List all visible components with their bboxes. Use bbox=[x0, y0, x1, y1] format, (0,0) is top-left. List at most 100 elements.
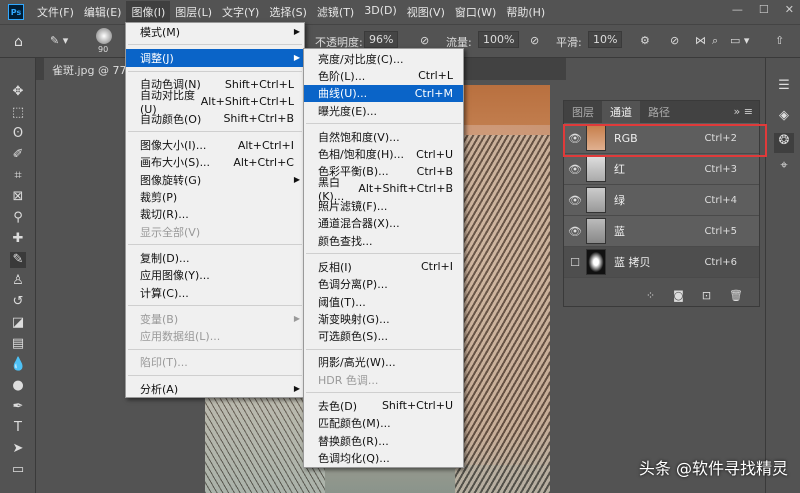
eyedropper-tool-icon[interactable]: ⚲ bbox=[10, 210, 26, 226]
panel-menu-icon[interactable]: » ≡ bbox=[734, 105, 753, 118]
eye-icon[interactable]: 👁 bbox=[564, 225, 586, 238]
clone-stamp-tool-icon[interactable]: ♙ bbox=[10, 273, 26, 289]
crop-tool-icon[interactable]: ⌗ bbox=[10, 168, 26, 184]
menu-6[interactable]: 滤镜(T) bbox=[312, 1, 359, 23]
quick-select-tool-icon[interactable]: ✐ bbox=[10, 147, 26, 163]
channel-row[interactable]: 👁 红 Ctrl+3 bbox=[564, 154, 759, 185]
image-menu-item[interactable]: 图像旋转(G) ▶ bbox=[126, 171, 304, 188]
channel-row[interactable]: ☐ 蓝 拷贝 Ctrl+6 bbox=[564, 247, 759, 278]
visibility-empty-icon[interactable]: ☐ bbox=[564, 256, 586, 269]
menu-0[interactable]: 文件(F) bbox=[32, 1, 79, 23]
tab-paths[interactable]: 路径 bbox=[640, 101, 678, 123]
minimize-button[interactable]: — bbox=[732, 3, 743, 16]
adjust-menu-item[interactable]: 反相(I) Ctrl+I bbox=[304, 258, 463, 275]
tab-layers[interactable]: 图层 bbox=[564, 101, 602, 123]
adjust-menu-item[interactable]: 阈值(T)... bbox=[304, 293, 463, 310]
image-menu-item[interactable]: 计算(C)... bbox=[126, 284, 304, 301]
image-menu-item[interactable]: 自动对比度(U) Alt+Shift+Ctrl+L bbox=[126, 89, 304, 116]
home-icon[interactable]: ⌂ bbox=[14, 34, 23, 50]
pressure-opacity-icon[interactable]: ⊘ bbox=[420, 34, 429, 47]
settings-gear-icon[interactable]: ⚙ bbox=[640, 34, 650, 47]
image-menu-item[interactable]: 裁剪(P) bbox=[126, 188, 304, 205]
tab-channels[interactable]: 通道 bbox=[602, 101, 640, 123]
pen-tool-icon[interactable]: ✒ bbox=[10, 399, 26, 415]
adjust-menu-item[interactable]: 色阶(L)... Ctrl+L bbox=[304, 67, 463, 84]
image-menu-item[interactable]: 自动颜色(O) Shift+Ctrl+B bbox=[126, 110, 304, 127]
image-menu-item[interactable]: 画布大小(S)... Alt+Ctrl+C bbox=[126, 154, 304, 171]
maximize-button[interactable]: ☐ bbox=[759, 3, 769, 16]
type-tool-icon[interactable]: T bbox=[10, 420, 26, 436]
adjust-menu-item[interactable]: 色调分离(P)... bbox=[304, 276, 463, 293]
adjust-menu-item[interactable]: 自然饱和度(V)... bbox=[304, 128, 463, 145]
frame-tool-icon[interactable]: ⊠ bbox=[10, 189, 26, 205]
path-select-tool-icon[interactable]: ➤ bbox=[10, 441, 26, 457]
dodge-tool-icon[interactable]: ● bbox=[10, 378, 26, 394]
delete-channel-icon[interactable]: 🗑 bbox=[729, 289, 743, 302]
pressure-size-icon[interactable]: ⊘ bbox=[670, 34, 679, 47]
adjust-menu-item[interactable]: 色调均化(Q)... bbox=[304, 449, 463, 466]
menu-1[interactable]: 编辑(E) bbox=[79, 1, 127, 23]
save-selection-icon[interactable]: ◙ bbox=[673, 289, 684, 302]
image-menu-item[interactable]: 图像大小(I)... Alt+Ctrl+I bbox=[126, 136, 304, 153]
image-menu-item[interactable]: 复制(D)... bbox=[126, 249, 304, 266]
adjust-menu-item[interactable]: 替换颜色(R)... bbox=[304, 432, 463, 449]
menu-7[interactable]: 3D(D) bbox=[359, 1, 402, 23]
healing-brush-tool-icon[interactable]: ✚ bbox=[10, 231, 26, 247]
adjust-menu-item[interactable]: 匹配颜色(M)... bbox=[304, 415, 463, 432]
marquee-tool-icon[interactable]: ⬚ bbox=[10, 105, 26, 121]
channel-row[interactable]: 👁 绿 Ctrl+4 bbox=[564, 185, 759, 216]
search-icon[interactable]: ⌕ bbox=[712, 34, 718, 48]
workspace-icon[interactable]: ▭ ▾ bbox=[730, 34, 749, 47]
load-selection-icon[interactable]: ⁘ bbox=[646, 289, 655, 302]
adjust-menu-item[interactable]: 渐变映射(G)... bbox=[304, 310, 463, 327]
menu-3[interactable]: 图层(L) bbox=[170, 1, 217, 23]
menu-10[interactable]: 帮助(H) bbox=[501, 1, 550, 23]
paths-icon[interactable]: ⌖ bbox=[774, 158, 794, 178]
adjust-menu-item[interactable]: 色相/饱和度(H)... Ctrl+U bbox=[304, 145, 463, 162]
image-menu-item[interactable]: 分析(A) ▶ bbox=[126, 380, 304, 397]
image-menu-item[interactable]: 模式(M) ▶ bbox=[126, 23, 304, 40]
eye-icon[interactable]: 👁 bbox=[564, 194, 586, 207]
image-menu-item[interactable]: 裁切(R)... bbox=[126, 206, 304, 223]
gradient-tool-icon[interactable]: ▤ bbox=[10, 336, 26, 352]
opacity-input[interactable]: 96% bbox=[364, 31, 399, 48]
image-menu-item[interactable]: 调整(J) ▶ bbox=[126, 49, 304, 67]
adjust-menu-item[interactable]: 颜色查找... bbox=[304, 232, 463, 249]
move-tool-icon[interactable]: ✥ bbox=[10, 84, 26, 100]
flow-input[interactable]: 100% bbox=[478, 31, 520, 48]
brush-tip-icon[interactable] bbox=[96, 28, 112, 44]
adjust-menu-item[interactable]: 照片滤镜(F)... bbox=[304, 197, 463, 214]
close-button[interactable]: ✕ bbox=[785, 3, 794, 16]
lasso-tool-icon[interactable]: ʘ bbox=[10, 126, 26, 142]
adjust-menu-item[interactable]: 曲线(U)... Ctrl+M bbox=[304, 84, 463, 102]
adjust-menu-item[interactable]: 通道混合器(X)... bbox=[304, 215, 463, 232]
adjust-menu-item[interactable]: 去色(D) Shift+Ctrl+U bbox=[304, 397, 463, 414]
menu-9[interactable]: 窗口(W) bbox=[450, 1, 501, 23]
adjust-menu-item[interactable]: 曝光度(E)... bbox=[304, 102, 463, 119]
new-channel-icon[interactable]: ⊡ bbox=[702, 289, 711, 302]
blur-tool-icon[interactable]: 💧 bbox=[10, 357, 26, 373]
adjust-menu-item[interactable]: 亮度/对比度(C)... bbox=[304, 50, 463, 67]
brush-preset-icon[interactable]: ✎ ▾ bbox=[50, 34, 68, 47]
adjust-menu-item[interactable]: 黑白(K)... Alt+Shift+Ctrl+B bbox=[304, 176, 463, 203]
smoothing-input[interactable]: 10% bbox=[588, 31, 623, 48]
brush-tool-icon[interactable]: ✎ bbox=[10, 252, 26, 268]
menu-2[interactable]: 图像(I) bbox=[126, 1, 171, 23]
airbrush-icon[interactable]: ⊘ bbox=[530, 34, 539, 47]
channel-row[interactable]: 👁 蓝 Ctrl+5 bbox=[564, 216, 759, 247]
adjust-menu-item[interactable]: 可选颜色(S)... bbox=[304, 327, 463, 344]
menu-4[interactable]: 文字(Y) bbox=[217, 1, 264, 23]
history-brush-tool-icon[interactable]: ↺ bbox=[10, 294, 26, 310]
menu-8[interactable]: 视图(V) bbox=[402, 1, 450, 23]
layers-icon[interactable]: ◈ bbox=[774, 108, 794, 128]
image-menu-item[interactable]: 应用图像(Y)... bbox=[126, 267, 304, 284]
eraser-tool-icon[interactable]: ◪ bbox=[10, 315, 26, 331]
rectangle-tool-icon[interactable]: ▭ bbox=[10, 462, 26, 478]
menu-5[interactable]: 选择(S) bbox=[264, 1, 312, 23]
channels-icon[interactable]: ❂ bbox=[774, 133, 794, 153]
eye-icon[interactable]: 👁 bbox=[564, 163, 586, 176]
history-icon[interactable]: ☰ bbox=[774, 78, 794, 98]
adjust-menu-item[interactable]: 阴影/高光(W)... bbox=[304, 354, 463, 371]
symmetry-icon[interactable]: ⋈ bbox=[695, 34, 706, 47]
share-icon[interactable]: ⇧ bbox=[775, 34, 784, 47]
